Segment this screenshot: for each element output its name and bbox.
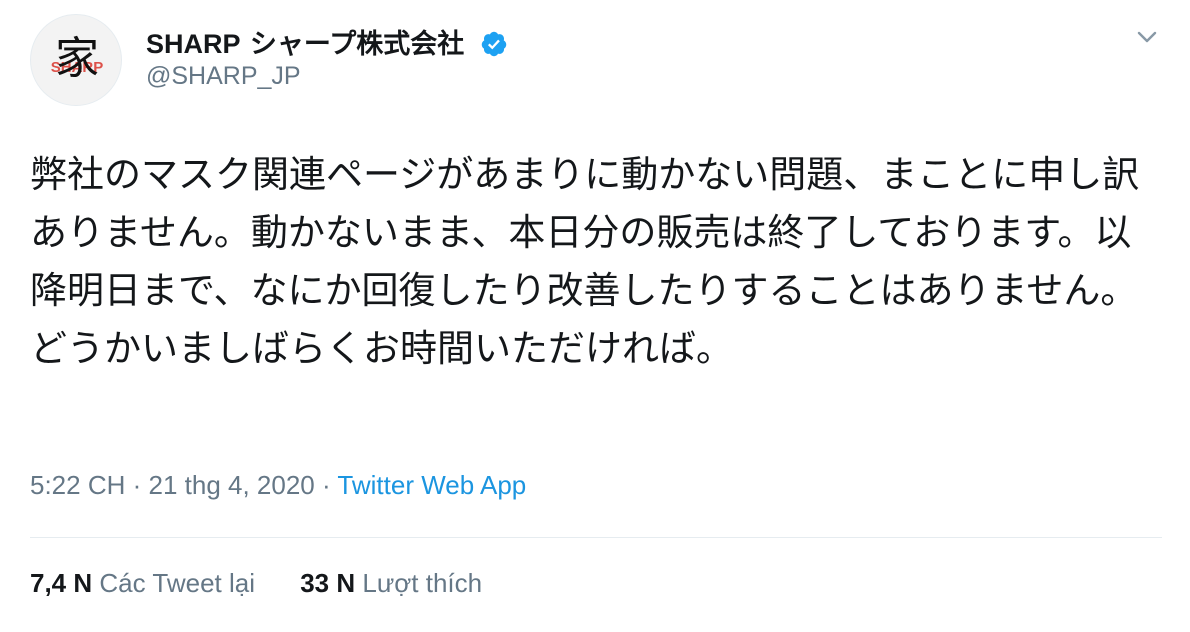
likes-label: Lượt thích: [362, 568, 483, 598]
tweet-card: SHARP 家 SHARP シャープ株式会社 @SHARP_JP 弊社のマスク関…: [0, 0, 1190, 632]
divider: [30, 537, 1162, 538]
likes-count: 33 N: [300, 568, 356, 598]
tweet-metadata: 5:22 CH · 21 thg 4, 2020 · Twitter Web A…: [30, 470, 526, 501]
avatar[interactable]: SHARP 家: [30, 14, 122, 106]
display-name[interactable]: SHARP シャープ株式会社: [146, 22, 508, 61]
tweet-source-link[interactable]: Twitter Web App: [337, 470, 526, 500]
tweet-text: 弊社のマスク関連ページがあまりに動かない問題、まことに申し訳ありません。動かない…: [30, 153, 1140, 370]
user-handle[interactable]: @SHARP_JP: [146, 62, 301, 91]
retweets-count: 7,4 N: [30, 568, 93, 598]
avatar-kanji: 家: [55, 33, 99, 84]
meta-separator: ·: [314, 470, 338, 500]
tweet-stats: 7,4 N Các Tweet lại 33 N Lượt thích: [30, 568, 482, 599]
display-name-latin: SHARP: [146, 29, 241, 59]
tweet-date[interactable]: 21 thg 4, 2020: [149, 470, 315, 500]
tweet-time[interactable]: 5:22 CH: [30, 470, 125, 500]
retweets-label: Các Tweet lại: [99, 568, 255, 598]
chevron-down-icon[interactable]: [1132, 22, 1162, 52]
meta-separator: ·: [125, 470, 149, 500]
display-name-japanese: シャープ株式会社: [240, 29, 465, 60]
retweets-stat[interactable]: 7,4 N Các Tweet lại: [30, 568, 255, 599]
verified-badge-icon: [481, 31, 506, 57]
likes-stat[interactable]: 33 N Lượt thích: [300, 568, 482, 599]
